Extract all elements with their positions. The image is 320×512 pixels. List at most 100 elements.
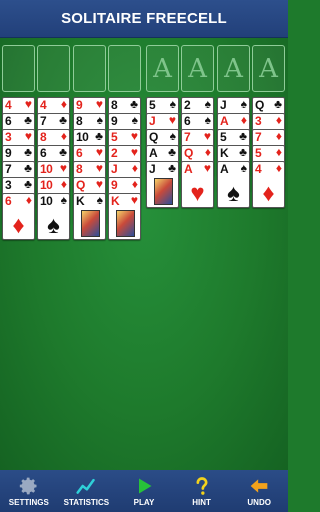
- foundation-label: A: [259, 53, 278, 84]
- card-suit-icon: ♠: [169, 97, 176, 111]
- card-suit-icon: ♥: [130, 193, 138, 207]
- card-suit-icon: ♠: [96, 113, 103, 127]
- card-suit-icon: ♥: [95, 145, 103, 159]
- card-rank: K: [220, 146, 229, 160]
- playing-card[interactable]: A ♥ ♥: [181, 161, 214, 208]
- card-suit-icon: ♦: [60, 177, 67, 191]
- freecell-1[interactable]: [2, 45, 35, 92]
- card-rank: 10: [40, 178, 53, 192]
- card-suit-icon: ♣: [168, 145, 176, 159]
- card-suit-icon: ♦: [60, 129, 67, 143]
- question-icon: [191, 476, 213, 496]
- playing-card[interactable]: K ♥: [108, 193, 141, 240]
- statistics-button[interactable]: STATISTICS: [58, 470, 115, 512]
- playing-card[interactable]: K ♠: [73, 193, 106, 240]
- face-card-portrait: [81, 210, 100, 237]
- card-suit-icon: ♣: [168, 161, 176, 175]
- card-rank: 9: [76, 98, 83, 112]
- bottom-toolbar: SETTINGS STATISTICS PLAY HINT UNDO: [0, 470, 288, 512]
- card-suit-icon: ♥: [95, 177, 103, 191]
- card-suit-icon: ♦: [60, 97, 67, 111]
- freecell-3[interactable]: [73, 45, 106, 92]
- card-rank: 2: [111, 146, 118, 160]
- card-rank: 5: [149, 98, 156, 112]
- undo-button[interactable]: UNDO: [231, 470, 288, 512]
- card-rank: Q: [255, 98, 264, 112]
- card-suit-icon: ♥: [130, 129, 138, 143]
- card-rank: Q: [76, 178, 85, 192]
- foundation-2[interactable]: A: [181, 45, 214, 92]
- card-rank: 4: [40, 98, 47, 112]
- card-suit-icon: ♣: [24, 177, 32, 191]
- card-suit-icon: ♣: [24, 145, 32, 159]
- card-rank: J: [220, 98, 227, 112]
- card-suit-icon: ♦: [131, 161, 138, 175]
- card-rank: 8: [40, 130, 47, 144]
- card-pip-icon: ♦: [12, 212, 25, 239]
- card-suit-icon: ♠: [204, 97, 211, 111]
- card-rank: 3: [255, 114, 262, 128]
- card-rank: 4: [5, 98, 12, 112]
- playing-card[interactable]: A ♠ ♠: [217, 161, 250, 208]
- face-card-portrait: [154, 178, 173, 205]
- card-suit-icon: ♣: [59, 145, 67, 159]
- foundation-4[interactable]: A: [252, 45, 285, 92]
- card-suit-icon: ♥: [130, 145, 138, 159]
- card-rank: 7: [40, 114, 47, 128]
- card-rank: A: [184, 162, 193, 176]
- card-rank: 3: [5, 130, 12, 144]
- card-rank: K: [76, 194, 85, 208]
- card-suit-icon: ♠: [96, 193, 103, 207]
- card-suit-icon: ♦: [240, 113, 247, 127]
- card-suit-icon: ♥: [24, 97, 32, 111]
- card-rank: 6: [5, 194, 12, 208]
- playing-card[interactable]: J ♣: [146, 161, 179, 208]
- card-suit-icon: ♠: [204, 113, 211, 127]
- undo-arrow-icon: [248, 476, 270, 496]
- card-suit-icon: ♦: [275, 161, 282, 175]
- card-suit-icon: ♠: [240, 161, 247, 175]
- card-suit-icon: ♣: [24, 113, 32, 127]
- card-rank: 8: [76, 114, 83, 128]
- card-rank: 6: [76, 146, 83, 160]
- playing-card[interactable]: 10 ♠ ♠: [37, 193, 70, 240]
- card-rank: 5: [220, 130, 227, 144]
- card-pip-icon: ♥: [190, 180, 205, 207]
- card-suit-icon: ♥: [24, 129, 32, 143]
- settings-label: SETTINGS: [8, 497, 49, 507]
- settings-button[interactable]: SETTINGS: [0, 470, 57, 512]
- card-suit-icon: ♥: [168, 113, 176, 127]
- card-suit-icon: ♣: [59, 113, 67, 127]
- card-suit-icon: ♣: [95, 129, 103, 143]
- card-suit-icon: ♣: [130, 97, 138, 111]
- card-suit-icon: ♣: [239, 145, 247, 159]
- freecell-4[interactable]: [108, 45, 141, 92]
- card-pip-icon: ♦: [262, 180, 275, 207]
- chart-icon: [75, 476, 97, 496]
- card-rank: Q: [184, 146, 193, 160]
- card-rank: 6: [5, 114, 12, 128]
- card-pip-icon: ♠: [47, 212, 60, 239]
- playing-card[interactable]: 6 ♦ ♦: [2, 193, 35, 240]
- card-suit-icon: ♥: [203, 129, 211, 143]
- foundation-3[interactable]: A: [217, 45, 250, 92]
- card-suit-icon: ♦: [275, 145, 282, 159]
- card-rank: 6: [184, 114, 191, 128]
- card-rank: 6: [40, 146, 47, 160]
- card-rank: 3: [5, 178, 12, 192]
- card-rank: 7: [255, 130, 262, 144]
- card-rank: A: [220, 162, 229, 176]
- card-rank: 9: [111, 178, 118, 192]
- hint-button[interactable]: HINT: [173, 470, 230, 512]
- playing-card[interactable]: 4 ♦ ♦: [252, 161, 285, 208]
- gear-icon: [18, 476, 40, 496]
- title-bar: SOLITAIRE FREECELL: [0, 0, 288, 38]
- card-suit-icon: ♣: [24, 161, 32, 175]
- play-button[interactable]: PLAY: [115, 470, 172, 512]
- face-card-portrait: [116, 210, 135, 237]
- card-rank: 10: [40, 162, 53, 176]
- card-rank: J: [149, 162, 156, 176]
- card-rank: Q: [149, 130, 158, 144]
- foundation-1[interactable]: A: [146, 45, 179, 92]
- freecell-2[interactable]: [37, 45, 70, 92]
